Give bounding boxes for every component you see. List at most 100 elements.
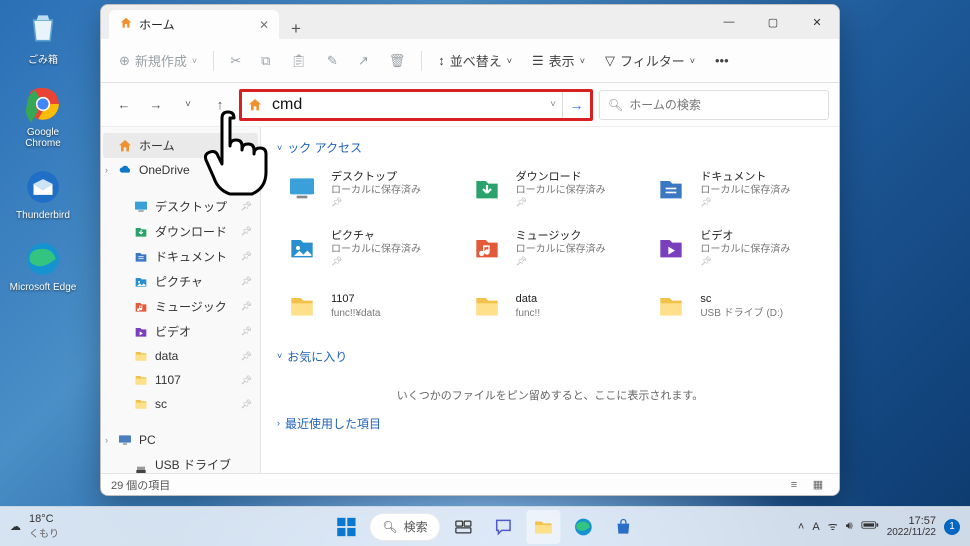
sidebar-item-home[interactable]: ホーム: [103, 133, 258, 158]
sidebar-item-folder[interactable]: data📌︎: [103, 344, 258, 368]
address-input[interactable]: [268, 94, 544, 116]
section-quick-access[interactable]: ˅ック アクセス: [277, 139, 823, 156]
quick-access-item[interactable]: datafunc!!: [462, 284, 639, 328]
item-title: ダウンロード: [516, 170, 606, 184]
quick-access-item[interactable]: 1107func!!¥data: [277, 284, 454, 328]
sidebar-item-music[interactable]: ミュージック📌︎: [103, 294, 258, 319]
sidebar-item-folder[interactable]: sc📌︎: [103, 392, 258, 416]
new-tab-button[interactable]: +: [279, 19, 313, 39]
item-subtitle: ローカルに保存済み: [331, 243, 421, 256]
sidebar-item-pc[interactable]: ›PC: [103, 428, 258, 452]
task-view-button[interactable]: [447, 510, 481, 544]
pin-icon: 📌︎: [241, 375, 252, 386]
sidebar-item-usb[interactable]: USB ドライブ (D:): [103, 452, 258, 473]
nav-back-button[interactable]: ←: [111, 92, 137, 118]
sidebar-item-onedrive[interactable]: › OneDrive: [103, 158, 258, 182]
pin-icon: 📌︎: [516, 197, 606, 209]
view-button[interactable]: ☰表示˅: [524, 45, 593, 76]
desktop-icon-thunderbird[interactable]: Thunderbird: [8, 167, 78, 221]
quick-access-item[interactable]: ビデオローカルに保存済み📌︎: [646, 225, 823, 272]
close-tab-icon[interactable]: ✕: [259, 18, 269, 32]
taskbar-volume-icon[interactable]: 🔊︎: [846, 520, 853, 533]
pin-icon: 📌︎: [241, 326, 252, 337]
section-recent[interactable]: ›最近使用した項目: [277, 415, 823, 432]
sidebar-item-documents[interactable]: ドキュメント📌︎: [103, 244, 258, 269]
desktop-icon-recycle-bin[interactable]: ごみ箱: [8, 8, 78, 66]
quick-access-item[interactable]: ピクチャローカルに保存済み📌︎: [277, 225, 454, 272]
nav-forward-button[interactable]: →: [143, 92, 169, 118]
new-item-button[interactable]: ⊕新規作成˅: [111, 45, 205, 76]
sidebar-item-label: sc: [155, 397, 167, 411]
start-button[interactable]: [329, 510, 363, 544]
pictures-icon: [133, 274, 149, 290]
item-title: ピクチャ: [331, 229, 421, 243]
taskbar-explorer[interactable]: [527, 510, 561, 544]
filter-button[interactable]: ▽フィルター˅: [597, 45, 703, 76]
quick-access-item[interactable]: ミュージックローカルに保存済み📌︎: [462, 225, 639, 272]
item-subtitle: ローカルに保存済み: [516, 184, 606, 197]
pin-icon: 📌︎: [241, 276, 252, 287]
taskbar-clock[interactable]: 17:57 2022/11/22: [887, 515, 936, 538]
search-input[interactable]: [629, 98, 820, 112]
desktop-icon-microsoft-edge[interactable]: Microsoft Edge: [8, 239, 78, 293]
address-dropdown-icon[interactable]: ˅: [544, 99, 562, 110]
taskbar-chat[interactable]: [487, 510, 521, 544]
nav-up-button[interactable]: ↑: [207, 92, 233, 118]
sidebar-item-downloads[interactable]: ダウンロード📌︎: [103, 219, 258, 244]
taskbar-ime[interactable]: A: [812, 521, 819, 533]
desktop-icon: [133, 199, 149, 215]
taskbar-network-icon[interactable]: ᯤ: [828, 519, 838, 534]
view-details-button[interactable]: ≡: [783, 476, 805, 494]
tab-home[interactable]: ホーム ✕: [109, 10, 279, 39]
item-title: data: [516, 292, 540, 306]
item-subtitle: ローカルに保存済み: [700, 184, 790, 197]
quick-access-item[interactable]: ドキュメントローカルに保存済み📌︎: [646, 166, 823, 213]
chevron-right-icon: ›: [277, 418, 280, 428]
sidebar-item-videos[interactable]: ビデオ 📌︎: [103, 319, 258, 344]
item-title: ドキュメント: [700, 170, 790, 184]
share-icon: ↗: [358, 53, 369, 69]
sidebar-item-desktop[interactable]: デスクトップ📌︎: [103, 194, 258, 219]
close-button[interactable]: ✕: [795, 5, 839, 39]
home-icon: [119, 16, 133, 33]
nav-recent-button[interactable]: ˅: [175, 92, 201, 118]
taskbar-edge[interactable]: [567, 510, 601, 544]
cut-icon: ✂: [230, 53, 241, 69]
taskbar-weather[interactable]: ☁ 18°C くもり: [10, 513, 59, 540]
chevron-right-icon[interactable]: ›: [105, 165, 115, 175]
pc-icon: [117, 432, 133, 448]
onedrive-icon: [117, 162, 133, 178]
more-button[interactable]: •••: [707, 47, 737, 74]
section-favorites[interactable]: ˅お気に入り: [277, 348, 823, 365]
quick-access-item[interactable]: ダウンロードローカルに保存済み📌︎: [462, 166, 639, 213]
address-go-button[interactable]: →: [562, 92, 590, 118]
taskbar-battery-icon[interactable]: [861, 519, 879, 534]
sidebar-item-label: ビデオ: [155, 323, 191, 340]
maximize-button[interactable]: ▢: [751, 5, 795, 39]
minimize-button[interactable]: —: [707, 5, 751, 39]
sort-icon: ↕: [438, 53, 445, 68]
taskbar-notifications[interactable]: 1: [944, 519, 960, 535]
taskbar-store[interactable]: [607, 510, 641, 544]
pin-icon: 📌︎: [241, 251, 252, 262]
sort-button[interactable]: ↕並べ替え˅: [430, 45, 520, 76]
tab-title: ホーム: [139, 16, 175, 33]
plus-circle-icon: ⊕: [119, 53, 130, 69]
taskbar-search[interactable]: 🔍︎検索: [369, 513, 440, 541]
rename-button: ✎: [319, 47, 346, 75]
sidebar-item-label: OneDrive: [139, 163, 190, 177]
desktop-icon-google-chrome[interactable]: Google Chrome: [8, 84, 78, 149]
search-box[interactable]: 🔍︎: [599, 90, 829, 120]
quick-access-item[interactable]: scUSB ドライブ (D:): [646, 284, 823, 328]
status-item-count: 29 個の項目: [111, 477, 170, 493]
navigation-sidebar: ホーム › OneDrive デスクトップ📌︎ダウンロード📌︎ドキュメント📌︎ピクチャ…: [101, 127, 261, 473]
taskbar-chevron-up-icon[interactable]: ˄: [798, 521, 804, 533]
address-bar[interactable]: ˅ →: [239, 89, 593, 121]
item-subtitle: ローカルに保存済み: [331, 184, 421, 197]
folder-icon: [133, 372, 149, 388]
chevron-right-icon[interactable]: ›: [105, 435, 115, 445]
view-grid-button[interactable]: ▦: [807, 476, 829, 494]
sidebar-item-pictures[interactable]: ピクチャ📌︎: [103, 269, 258, 294]
sidebar-item-folder[interactable]: 1107📌︎: [103, 368, 258, 392]
quick-access-item[interactable]: デスクトップローカルに保存済み📌︎: [277, 166, 454, 213]
